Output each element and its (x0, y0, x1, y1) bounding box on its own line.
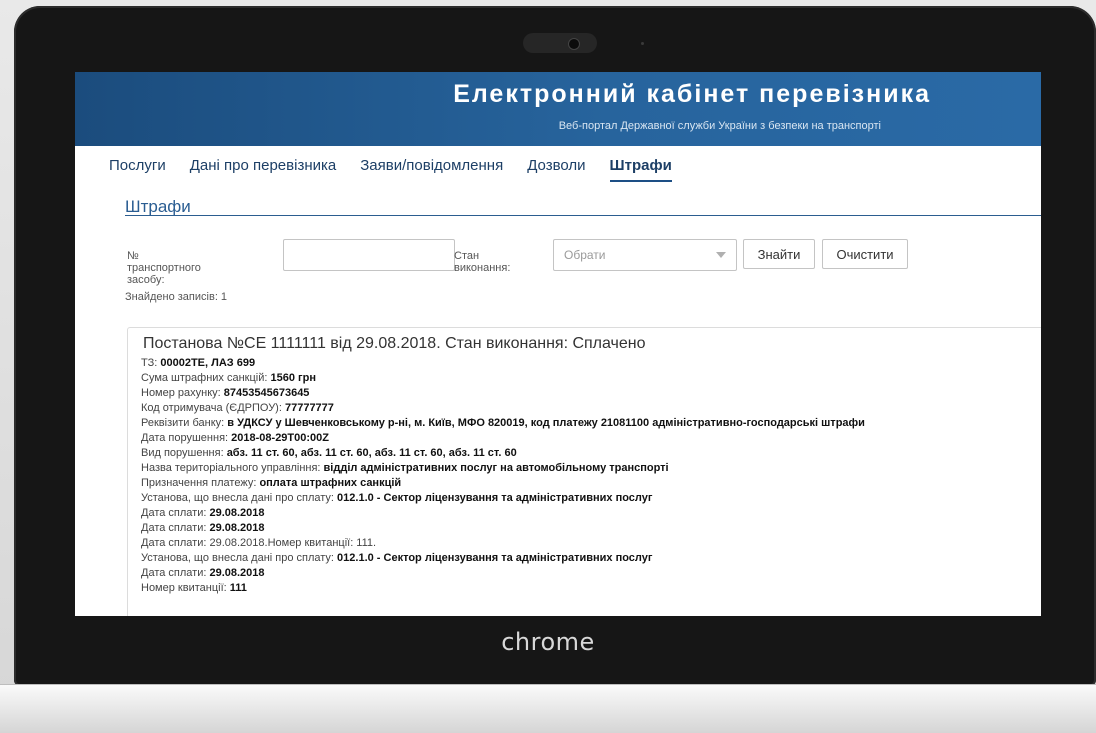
browser-screen: Електронний кабінет перевізника Веб-порт… (75, 72, 1041, 616)
record-line: Установа, що внесла дані про сплату: 012… (141, 492, 653, 504)
record-line: Дата порушення: 2018-08-29T00:00Z (141, 432, 329, 444)
plate-input[interactable] (283, 239, 455, 271)
find-button[interactable]: Знайти (743, 239, 815, 269)
nav-item-permits[interactable]: Дозволи (527, 157, 585, 182)
camera-housing (523, 33, 597, 53)
nav-item-fines[interactable]: Штрафи (609, 157, 672, 182)
header-banner: Електронний кабінет перевізника Веб-порт… (75, 72, 1041, 146)
record-details: ТЗ: 00002ТЕ, ЛАЗ 699 Сума штрафних санкц… (141, 356, 865, 596)
record-line: Дата сплати: 29.08.2018.Номер квитанції:… (141, 537, 377, 549)
record-line: Реквізити банку: в УДКСУ у Шевченковсько… (141, 417, 865, 429)
record-title: Постанова №СЕ 1111111 від 29.08.2018. Ст… (143, 335, 646, 352)
record-line: ТЗ: 00002ТЕ, ЛАЗ 699 (141, 357, 256, 369)
page-title: Штрафи (125, 197, 191, 216)
title-divider (125, 215, 1041, 216)
nav-item-applications[interactable]: Заяви/повідомлення (360, 157, 503, 182)
record-line: Код отримувача (ЄДРПОУ): 77777777 (141, 402, 334, 414)
fine-record-card: Постанова №СЕ 1111111 від 29.08.2018. Ст… (127, 327, 1041, 616)
device-brand-logo: chrome (501, 628, 595, 656)
record-line: Дата сплати: 29.08.2018 (141, 522, 265, 534)
record-line: Номер рахунку: 87453545673645 (141, 387, 310, 399)
portal-title: Електронний кабінет перевізника (453, 80, 931, 108)
record-line: Номер квитанції: 111 (141, 582, 247, 594)
chevron-down-icon (716, 252, 726, 258)
status-select-placeholder: Обрати (564, 248, 606, 262)
portal-subtitle: Веб-портал Державної служби України з бе… (558, 120, 881, 132)
results-count: Знайдено записів: 1 (125, 291, 228, 303)
status-label: Стан виконання: (454, 250, 511, 274)
record-line: Установа, що внесла дані про сплату: 012… (141, 552, 653, 564)
status-select[interactable]: Обрати (553, 239, 737, 271)
record-line: Назва територіального управління: відділ… (141, 462, 669, 474)
main-nav: Послуги Дані про перевізника Заяви/повід… (109, 157, 672, 182)
clear-button[interactable]: Очистити (822, 239, 908, 269)
record-line: Дата сплати: 29.08.2018 (141, 507, 265, 519)
camera-icon (568, 38, 580, 50)
record-line: Призначення платежу: оплата штрафних сан… (141, 477, 402, 489)
nav-item-services[interactable]: Послуги (109, 157, 166, 182)
record-line: Вид порушення: абз. 11 ст. 60, абз. 11 с… (141, 447, 517, 459)
sensor-dot (641, 42, 644, 45)
laptop-base (0, 684, 1096, 733)
record-line: Сума штрафних санкцій: 1560 грн (141, 372, 316, 384)
plate-label: № транспортного засобу: (127, 250, 201, 286)
record-line: Дата сплати: 29.08.2018 (141, 567, 265, 579)
nav-item-carrier-data[interactable]: Дані про перевізника (190, 157, 336, 182)
